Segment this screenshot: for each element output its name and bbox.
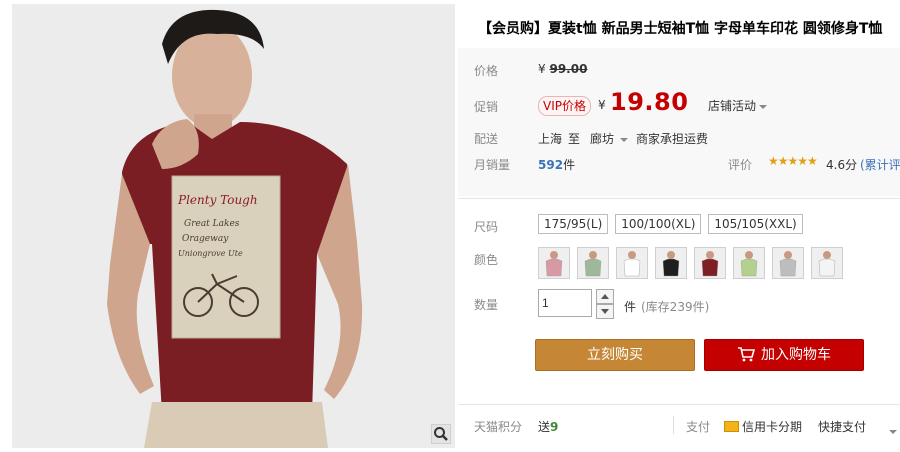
shirt-print-line1: Plenty Tough (177, 193, 258, 207)
credit-installment[interactable]: 信用卡分期 (724, 418, 802, 435)
shirt-print-line2: Great Lakes (184, 219, 240, 229)
delivery-fee-note: 商家承担运费 (636, 132, 709, 146)
caret-down-icon (601, 309, 609, 314)
product-detail-panel: 【会员购】夏装t恤 新品男士短袖T恤 字母单车印花 圆领修身T恤 价格 ¥ 99… (458, 0, 900, 452)
cart-icon (737, 343, 756, 373)
quick-pay[interactable]: 快捷支付 (818, 418, 866, 435)
delivery-from: 上海 (538, 132, 563, 146)
store-activity-dropdown[interactable]: 店铺活动 (708, 97, 768, 114)
add-to-cart-label: 加入购物车 (761, 347, 831, 363)
points-value: 9 (550, 420, 559, 434)
promo-currency: ¥ (598, 98, 606, 112)
divider (673, 416, 674, 434)
color-swatch[interactable] (694, 247, 726, 279)
points-label: 天猫积分 (474, 420, 523, 434)
chevron-down-icon (620, 137, 629, 142)
buy-now-button[interactable]: 立刻购买 (535, 339, 695, 371)
swatch-thumbnail (656, 248, 686, 278)
product-title: 【会员购】夏装t恤 新品男士短袖T恤 字母单车印花 圆领修身T恤 (478, 21, 883, 37)
delivery-label: 配送 (474, 132, 499, 146)
divider (458, 404, 900, 405)
color-swatch[interactable] (655, 247, 687, 279)
divider (458, 198, 900, 199)
promo-price: 19.80 (610, 88, 689, 116)
size-label: 尺码 (474, 220, 499, 234)
shirt-print-line4: Uniongrove Ute (178, 249, 243, 258)
swatch-thumbnail (617, 248, 647, 278)
size-option[interactable]: 100/100(XL) (615, 214, 702, 234)
rating-stars: ★★★★★ (768, 154, 818, 168)
store-activity-label: 店铺活动 (708, 99, 757, 113)
zoom-button[interactable] (431, 424, 451, 444)
quantity-increase-button[interactable] (596, 289, 614, 304)
color-swatch[interactable] (772, 247, 804, 279)
color-swatch[interactable] (538, 247, 570, 279)
quantity-unit: 件 (624, 300, 637, 314)
swatch-thumbnail (812, 248, 842, 278)
promo-label: 促销 (474, 100, 499, 114)
credit-card-icon (724, 421, 739, 432)
original-price-value: 99.00 (549, 62, 588, 76)
quantity-decrease-button[interactable] (596, 304, 614, 319)
price-box: 价格 ¥ 99.00 促销 VIP价格 ¥ 19.80 店铺活动 配送 上海 至… (458, 48, 900, 196)
pay-label: 支付 (686, 420, 711, 434)
points-value-wrap: 送9 (538, 418, 558, 435)
sales-unit: 件 (563, 158, 576, 172)
vip-badge: VIP价格 (538, 96, 591, 116)
quantity-input[interactable] (538, 289, 592, 317)
rating-score: 4.6分 (826, 158, 858, 172)
color-swatch[interactable] (577, 247, 609, 279)
points-prefix: 送 (538, 420, 551, 434)
color-swatches (538, 247, 843, 279)
caret-up-icon (601, 294, 609, 299)
color-swatch[interactable] (616, 247, 648, 279)
credit-installment-label: 信用卡分期 (742, 420, 803, 434)
sales-count: 592 (538, 158, 564, 172)
rating-label: 评价 (728, 158, 753, 172)
quantity-label: 数量 (474, 298, 499, 312)
size-option[interactable]: 105/105(XXL) (708, 214, 803, 234)
swatch-thumbnail (773, 248, 803, 278)
swatch-thumbnail (695, 248, 725, 278)
color-label: 颜色 (474, 253, 499, 267)
review-link[interactable]: (累计评价 (860, 156, 900, 173)
swatch-thumbnail (539, 248, 569, 278)
more-pay-dropdown[interactable] (886, 424, 897, 438)
swatch-thumbnail (578, 248, 608, 278)
original-price: ¥ 99.00 (538, 62, 587, 76)
color-swatch[interactable] (811, 247, 843, 279)
currency-symbol: ¥ (538, 62, 546, 76)
magnifier-icon (434, 427, 448, 441)
stock-note: (库存239件) (641, 300, 710, 314)
chevron-down-icon (759, 104, 768, 109)
swatch-thumbnail (734, 248, 764, 278)
sales-label: 月销量 (474, 158, 511, 172)
product-main-image[interactable]: Plenty Tough Great Lakes Orageway Uniong… (12, 4, 455, 448)
size-option[interactable]: 175/95(L) (538, 214, 609, 234)
size-options: 175/95(L) 100/100(XL) 105/105(XXL) (538, 214, 803, 234)
delivery-to-word: 至 (568, 132, 581, 146)
delivery-to: 廊坊 (590, 132, 615, 146)
shirt-print-line3: Orageway (182, 234, 229, 244)
chevron-down-icon (889, 429, 897, 434)
sales-count-wrap: 592件 (538, 156, 575, 173)
delivery-destination[interactable]: 廊坊 (590, 130, 629, 147)
color-swatch[interactable] (733, 247, 765, 279)
model-photo: Plenty Tough Great Lakes Orageway Uniong… (12, 4, 455, 448)
price-label: 价格 (474, 64, 499, 78)
add-to-cart-button[interactable]: 加入购物车 (704, 339, 864, 371)
